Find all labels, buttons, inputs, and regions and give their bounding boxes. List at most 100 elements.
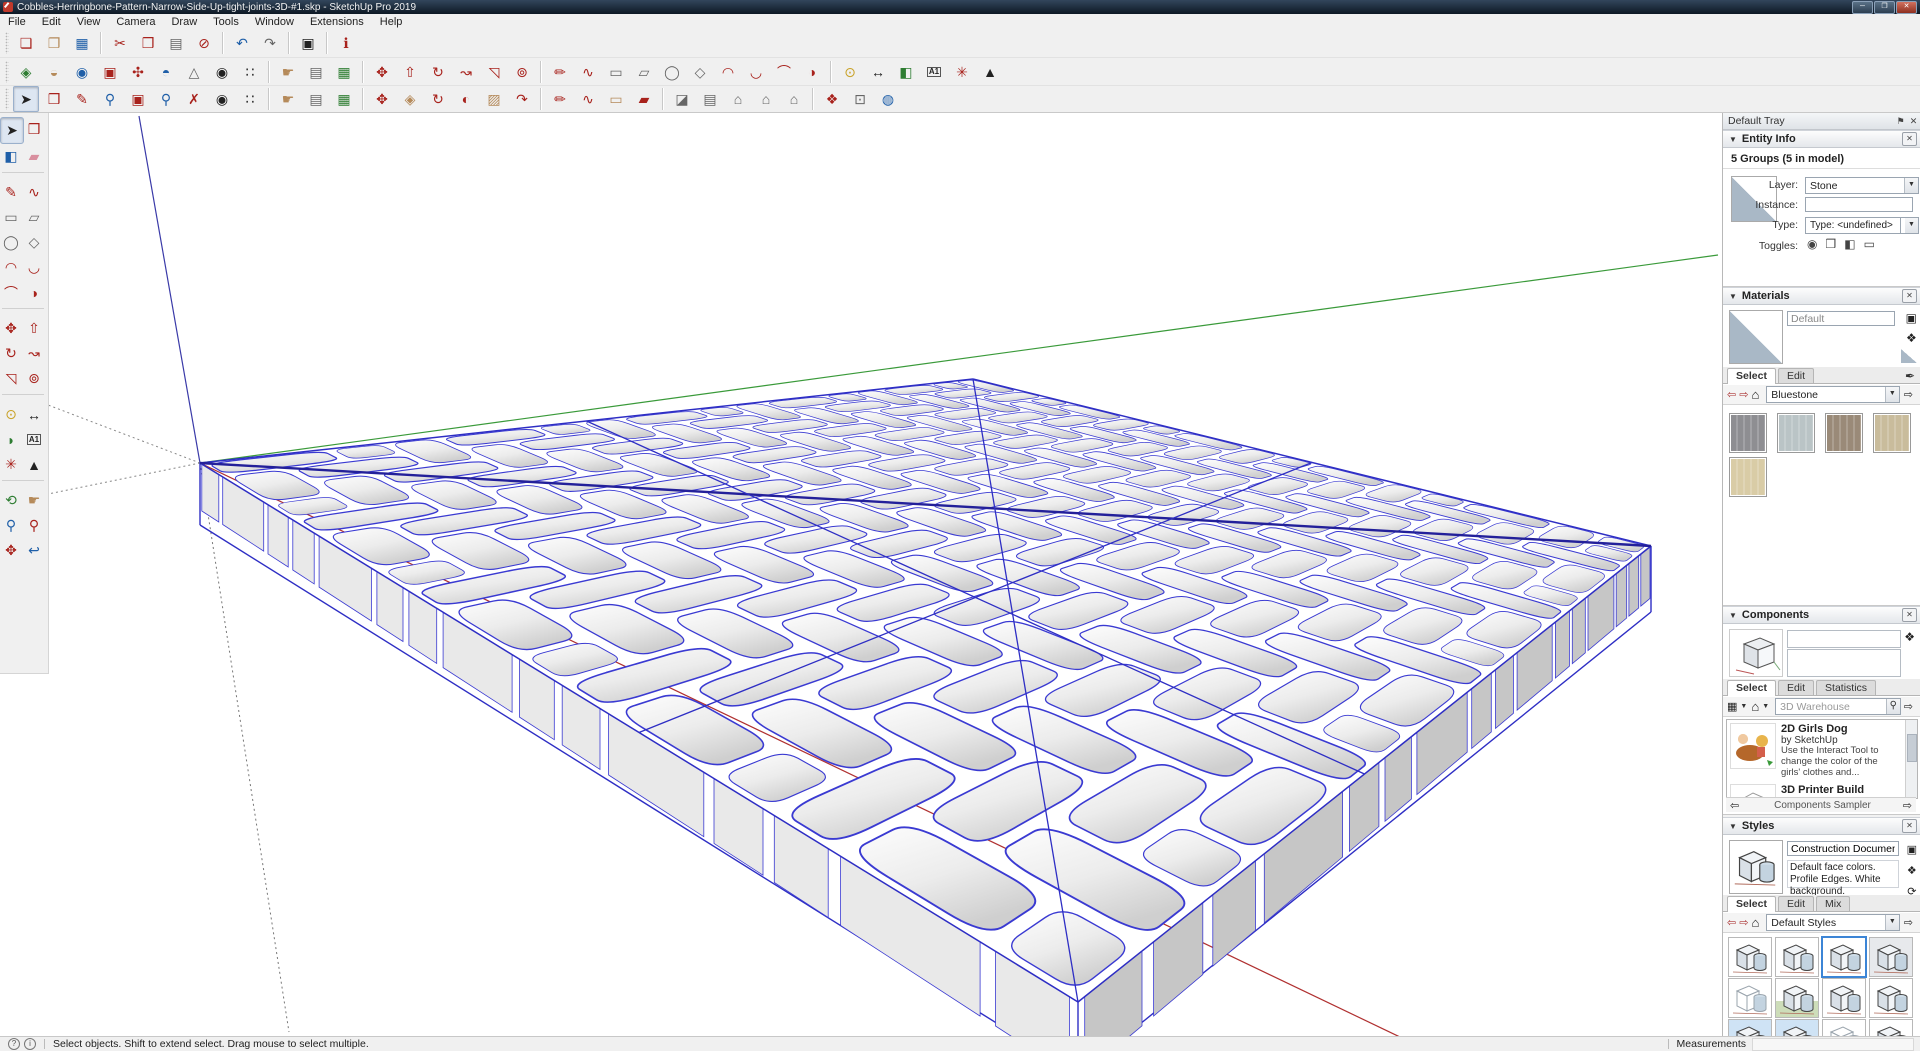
- zoom-window-icon[interactable]: ▣: [125, 86, 151, 112]
- style-thumbnail-6[interactable]: [1775, 978, 1819, 1018]
- push-pull-icon[interactable]: ⇧: [397, 59, 423, 85]
- green-box-icon[interactable]: ▦: [331, 86, 357, 112]
- rotate-2-icon[interactable]: ↻: [425, 86, 451, 112]
- instance-field[interactable]: [1805, 197, 1913, 212]
- new-icon[interactable]: ❏: [13, 30, 39, 56]
- minimize-button[interactable]: ─: [1852, 0, 1873, 14]
- eraser-tool[interactable]: ▰: [23, 144, 45, 169]
- materials-collection-select[interactable]: Bluestone ▼: [1766, 386, 1900, 403]
- photo-textures-icon[interactable]: ◉: [69, 59, 95, 85]
- hand-icon[interactable]: ☛: [275, 59, 301, 85]
- style-thumbnail-2[interactable]: [1775, 937, 1819, 977]
- polygon-icon[interactable]: ◇: [687, 59, 713, 85]
- tape-measure-icon[interactable]: ⊙: [837, 59, 863, 85]
- menu-file[interactable]: File: [0, 16, 34, 28]
- pie-tool[interactable]: ◑: [23, 280, 45, 305]
- paint-bucket-icon[interactable]: ◧: [893, 59, 919, 85]
- follow-me-tool[interactable]: ↝: [23, 341, 45, 366]
- menu-extensions[interactable]: Extensions: [302, 16, 372, 28]
- component-name-field[interactable]: [1787, 630, 1901, 648]
- style-name-field[interactable]: [1787, 841, 1899, 856]
- rotated-rectangle-icon[interactable]: ▱: [631, 59, 657, 85]
- shadows-icon[interactable]: ◍: [875, 86, 901, 112]
- draw-rect-icon[interactable]: ▭: [603, 86, 629, 112]
- cut-icon[interactable]: ✂: [107, 30, 133, 56]
- section-plane-icon[interactable]: ❖: [819, 86, 845, 112]
- text-tool[interactable]: A1: [23, 427, 45, 452]
- model-viewport[interactable]: [48, 113, 1722, 1037]
- axes-icon[interactable]: ✳: [949, 59, 975, 85]
- two-point-arc-tool[interactable]: ◡: [23, 255, 45, 280]
- three-point-arc-icon[interactable]: ⌒: [771, 59, 797, 85]
- move-2-icon[interactable]: ✥: [369, 86, 395, 112]
- in-model-icon[interactable]: ❖: [1904, 630, 1915, 644]
- push-pull-tool[interactable]: ⇧: [23, 316, 45, 341]
- zoom-in-icon[interactable]: ⚲: [97, 86, 123, 112]
- styles-header[interactable]: ▼ Styles ✕: [1723, 817, 1920, 835]
- draw-line-icon[interactable]: ✏: [547, 86, 573, 112]
- style-thumbnail-8[interactable]: [1869, 978, 1913, 1018]
- tray-close-icon[interactable]: ✕: [1907, 115, 1920, 127]
- menu-view[interactable]: View: [69, 16, 109, 28]
- view-top-icon[interactable]: ▤: [697, 86, 723, 112]
- eye-icon[interactable]: ◉: [209, 86, 235, 112]
- bluestone-3-swatch[interactable]: [1825, 413, 1863, 453]
- components-tab-edit[interactable]: Edit: [1777, 680, 1815, 695]
- rotate-tool[interactable]: ↻: [0, 341, 22, 366]
- component-list[interactable]: 2D Girls Dog by SketchUp Use the Interact …: [1726, 719, 1918, 799]
- paint-bucket-tool[interactable]: ◧: [0, 144, 22, 169]
- prev-page-icon[interactable]: ⇦: [1730, 799, 1739, 812]
- protractor-tool[interactable]: ◗: [0, 427, 22, 452]
- arc-2-icon[interactable]: ↷: [509, 86, 535, 112]
- style-thumbnail-7[interactable]: [1822, 978, 1866, 1018]
- section-cuts-icon[interactable]: ⊡: [847, 86, 873, 112]
- team-library-icon[interactable]: ◓: [153, 59, 179, 85]
- follow-me-icon[interactable]: ↝: [453, 59, 479, 85]
- document-icon[interactable]: ▤: [303, 59, 329, 85]
- warehouse-search-input[interactable]: 3D Warehouse ⚲: [1775, 698, 1901, 715]
- component-item[interactable]: 2D Girls Dog by SketchUp Use the Interact …: [1727, 720, 1917, 781]
- forward-icon[interactable]: ⇨: [1739, 388, 1748, 401]
- arc-icon[interactable]: ◠: [715, 59, 741, 85]
- copy-icon[interactable]: ❒: [135, 30, 161, 56]
- component-desc-field[interactable]: [1787, 649, 1901, 677]
- arc-tool[interactable]: ◠: [0, 255, 22, 280]
- axes-tool[interactable]: ✳: [0, 452, 22, 477]
- styles-tab-edit[interactable]: Edit: [1777, 896, 1815, 911]
- walk-tool-icon[interactable]: ∷: [237, 86, 263, 112]
- home-icon[interactable]: ⌂: [1751, 699, 1759, 714]
- bluestone-5-swatch[interactable]: [1729, 457, 1767, 497]
- advanced-camera-icon[interactable]: ✣: [125, 59, 151, 85]
- layer-select[interactable]: Stone ▼: [1805, 177, 1919, 194]
- rectangle-icon[interactable]: ▭: [603, 59, 629, 85]
- scale-tool[interactable]: ◹: [0, 366, 22, 391]
- 3d-text-icon[interactable]: ▲: [977, 59, 1003, 85]
- previous-tool[interactable]: ↩: [23, 538, 45, 563]
- offset-tool[interactable]: ⊚: [23, 366, 45, 391]
- zoom-extents-tool[interactable]: ✥: [0, 538, 22, 563]
- menu-window[interactable]: Window: [247, 16, 302, 28]
- circle-tool[interactable]: ◯: [0, 230, 22, 255]
- 3d-text-tool[interactable]: ▲: [23, 452, 45, 477]
- type-select[interactable]: Type: <undefined>: [1805, 217, 1904, 234]
- view-right-icon[interactable]: ⌂: [753, 86, 779, 112]
- forward-icon[interactable]: ⇨: [1739, 916, 1748, 929]
- chevron-down-icon[interactable]: ▼: [1884, 387, 1899, 402]
- shadow-toggle-icon[interactable]: ◧: [1844, 237, 1855, 251]
- style-thumbnail-5[interactable]: [1728, 978, 1772, 1018]
- credits-icon[interactable]: i: [24, 1038, 36, 1050]
- next-page-icon[interactable]: ⇨: [1903, 799, 1912, 812]
- bluestone-1-swatch[interactable]: [1729, 413, 1767, 453]
- circle-icon[interactable]: ◯: [659, 59, 685, 85]
- back-icon[interactable]: ⇦: [1727, 916, 1736, 929]
- open-icon[interactable]: ❐: [41, 30, 67, 56]
- components-scrollbar[interactable]: [1905, 720, 1917, 798]
- save-icon[interactable]: ▦: [69, 30, 95, 56]
- create-style-icon[interactable]: ❖: [1907, 864, 1917, 877]
- rotated-rectangle-tool[interactable]: ▱: [23, 205, 45, 230]
- tape-measure-tool[interactable]: ⊙: [0, 402, 22, 427]
- bluestone-2-swatch[interactable]: [1777, 413, 1815, 453]
- pin-icon[interactable]: ⚑: [1894, 115, 1907, 127]
- stamp-icon[interactable]: ◈: [397, 86, 423, 112]
- entity-info-close-icon[interactable]: ✕: [1902, 132, 1917, 146]
